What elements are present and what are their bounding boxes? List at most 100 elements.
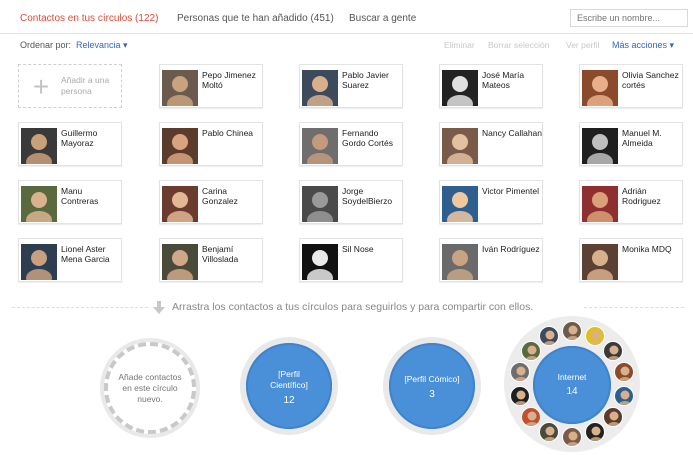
person-photo-icon: [162, 244, 198, 280]
contact-card[interactable]: Carina Gonzalez: [159, 180, 263, 224]
contact-name: Iván Rodríguez: [482, 244, 540, 254]
person-photo-icon: [442, 128, 478, 164]
new-circle-dropzone[interactable]: Añade contactos en este círculo nuevo.: [104, 342, 196, 434]
contact-name: Victor Pimentel: [482, 186, 540, 196]
contact-card[interactable]: Fernando Gordo Cortés: [299, 122, 403, 166]
avatar: [582, 186, 618, 222]
person-photo-icon: [524, 411, 539, 427]
contact-name: Lionel Aster Mena Garcia: [61, 244, 110, 264]
clear-selection-action: Borrar selección: [488, 40, 550, 50]
avatar: [162, 70, 198, 106]
contact-name: Manuel M. Almeida: [622, 128, 662, 148]
contact-card[interactable]: Lionel Aster Mena Garcia: [18, 238, 122, 282]
person-photo-icon: [442, 186, 478, 222]
divider-left: [12, 307, 148, 308]
sort-dropdown[interactable]: Relevancia ▾: [76, 40, 128, 51]
avatar: [442, 128, 478, 164]
contact-name: Fernando Gordo Cortés: [342, 128, 394, 148]
contact-name: Olivia Sanchez cortés: [622, 70, 679, 90]
contact-card[interactable]: Jorge SoydelBierzo: [299, 180, 403, 224]
contact-name: Carina Gonzalez: [202, 186, 238, 206]
contact-card[interactable]: Pepo Jimenez Moltó: [159, 64, 263, 108]
person-photo-icon: [302, 70, 338, 106]
tab-find-people[interactable]: Buscar a gente: [349, 13, 416, 24]
circle-count: 3: [429, 389, 435, 400]
person-photo-icon: [162, 128, 198, 164]
avatar: [442, 186, 478, 222]
avatar: [442, 244, 478, 280]
contact-name: Pablo Javier Suarez: [342, 70, 389, 90]
contact-card[interactable]: Olivia Sanchez cortés: [579, 64, 683, 108]
tab-people-who-added-you[interactable]: Personas que te han añadido (451): [177, 13, 334, 24]
person-photo-icon: [302, 244, 338, 280]
add-person-card[interactable]: + Añadir a una persona: [18, 64, 122, 108]
person-photo-icon: [162, 70, 198, 106]
divider-right: [584, 307, 684, 308]
circle-name: [Perfil Cómico]: [404, 374, 460, 384]
arrow-down-icon: [153, 301, 165, 314]
contact-name: José María Mateos: [482, 70, 525, 90]
contact-card[interactable]: Iván Rodríguez: [439, 238, 543, 282]
contact-name: Sil Nose: [342, 244, 374, 254]
avatar: [582, 128, 618, 164]
circle-perfil-cientifico[interactable]: [Perfil Científico] 12: [246, 343, 332, 429]
remove-action: Eliminar: [444, 40, 475, 50]
contact-card[interactable]: Nancy Callahan: [439, 122, 543, 166]
circle-member-avatar: [613, 385, 634, 406]
contact-card[interactable]: Pablo Javier Suarez: [299, 64, 403, 108]
drag-hint-text: Arrastra los contactos a tus círculos pa…: [172, 301, 534, 313]
person-photo-icon: [442, 244, 478, 280]
person-photo-icon: [524, 345, 539, 360]
contact-card[interactable]: Manu Contreras: [18, 180, 122, 224]
avatar: [582, 244, 618, 280]
contact-name: Monika MDQ: [622, 244, 672, 254]
avatar: [302, 244, 338, 280]
avatar: [582, 70, 618, 106]
circle-member-avatar: [562, 427, 582, 447]
contact-name: Manu Contreras: [61, 186, 99, 206]
contact-card[interactable]: Adrián Rodriguez: [579, 180, 683, 224]
avatar: [302, 70, 338, 106]
avatar: [21, 186, 57, 222]
contact-card[interactable]: Sil Nose: [299, 238, 403, 282]
avatar: [162, 244, 198, 280]
view-profile-action: Ver perfil: [566, 40, 600, 50]
person-photo-icon: [21, 244, 57, 280]
person-photo-icon: [442, 70, 478, 106]
contact-card[interactable]: Guillermo Mayoraz: [18, 122, 122, 166]
contact-card[interactable]: Benjamí Villoslada: [159, 238, 263, 282]
contact-name: Pablo Chinea: [202, 128, 254, 138]
contact-name: Nancy Callahan: [482, 128, 543, 138]
circle-name: Internet: [557, 372, 587, 382]
plus-icon: +: [32, 71, 50, 102]
contact-name: Jorge SoydelBierzo: [342, 186, 393, 206]
contact-card[interactable]: Monika MDQ: [579, 238, 683, 282]
avatar: [442, 70, 478, 106]
search-name-input[interactable]: [570, 9, 688, 27]
more-actions-dropdown[interactable]: Más acciones ▾: [612, 40, 674, 51]
avatar: [302, 186, 338, 222]
contact-card[interactable]: Manuel M. Almeida: [579, 122, 683, 166]
circle-member-avatar: [520, 340, 541, 361]
contact-card[interactable]: José María Mateos: [439, 64, 543, 108]
circle-internet[interactable]: Internet 14: [533, 346, 611, 424]
add-person-label: Añadir a una persona: [61, 75, 110, 96]
person-photo-icon: [21, 186, 57, 222]
avatar: [162, 186, 198, 222]
circle-perfil-comico[interactable]: [Perfil Cómico] 3: [389, 343, 475, 429]
drag-hint: Arrastra los contactos a tus círculos pa…: [0, 300, 693, 316]
person-photo-icon: [543, 426, 557, 441]
person-photo-icon: [582, 186, 618, 222]
circle-member-avatar: [539, 421, 559, 442]
sort-label: Ordenar por:: [20, 40, 72, 50]
person-photo-icon: [162, 186, 198, 222]
contact-name: Adrián Rodriguez: [622, 186, 661, 206]
tab-contacts-in-circles[interactable]: Contactos en tus círculos (122): [20, 13, 158, 24]
contact-card[interactable]: Pablo Chinea: [159, 122, 263, 166]
contact-card[interactable]: Victor Pimentel: [439, 180, 543, 224]
circle-count: 12: [283, 395, 295, 406]
avatar: [21, 128, 57, 164]
circle-name: [Perfil Científico]: [270, 369, 308, 390]
person-photo-icon: [582, 70, 618, 106]
new-circle-label: Añade contactos en este círculo nuevo.: [118, 372, 182, 404]
